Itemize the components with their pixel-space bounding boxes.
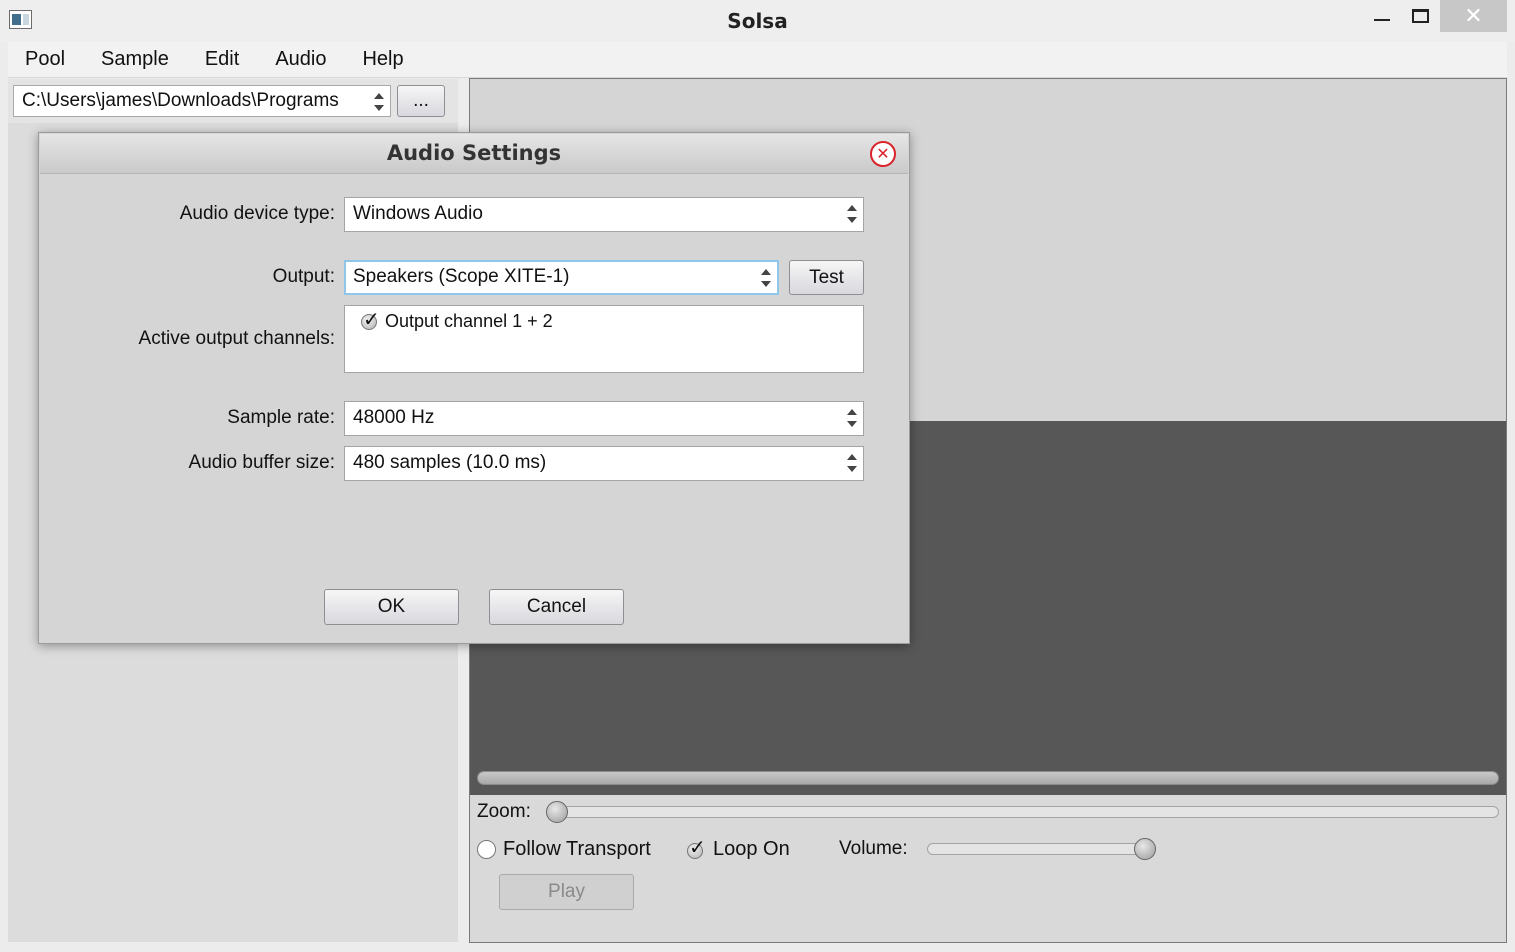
zoom-label: Zoom: xyxy=(477,801,531,822)
test-button[interactable]: Test xyxy=(789,260,864,295)
sample-rate-value: 48000 Hz xyxy=(353,407,435,428)
volume-slider[interactable] xyxy=(927,843,1155,855)
updown-arrows-icon xyxy=(374,93,384,111)
horizontal-scrollbar[interactable] xyxy=(477,771,1499,785)
window-title: Solsa xyxy=(727,9,788,33)
pool-path-select[interactable]: C:\Users\james\Downloads\Programs xyxy=(13,85,391,117)
volume-label: Volume: xyxy=(839,838,908,859)
output-value: Speakers (Scope XITE-1) xyxy=(353,266,570,287)
loop-on-label: Loop On xyxy=(713,838,790,860)
device-type-select[interactable]: Windows Audio xyxy=(344,197,864,232)
zoom-slider-knob[interactable] xyxy=(546,801,568,823)
active-channels-label: Active output channels: xyxy=(138,328,335,349)
close-icon: ✕ xyxy=(1464,3,1483,29)
browse-button[interactable]: ... xyxy=(397,85,445,117)
output-channel-checkbox[interactable]: ✓ xyxy=(360,307,380,332)
follow-transport-radio[interactable] xyxy=(477,840,496,859)
buffer-size-select[interactable]: 480 samples (10.0 ms) xyxy=(344,446,864,481)
ok-button[interactable]: OK xyxy=(324,589,459,625)
buffer-size-value: 480 samples (10.0 ms) xyxy=(353,452,547,473)
menu-pool[interactable]: Pool xyxy=(25,48,65,71)
updown-arrows-icon xyxy=(847,409,857,427)
sample-rate-label: Sample rate: xyxy=(227,407,335,428)
device-type-value: Windows Audio xyxy=(353,203,483,224)
sample-rate-select[interactable]: 48000 Hz xyxy=(344,401,864,436)
minimize-button[interactable] xyxy=(1364,0,1400,32)
device-type-label: Audio device type: xyxy=(179,203,335,224)
checkmark-icon: ✓ xyxy=(363,307,380,331)
menu-audio[interactable]: Audio xyxy=(275,48,326,71)
close-window-button[interactable]: ✕ xyxy=(1440,0,1507,32)
updown-arrows-icon xyxy=(847,205,857,223)
zoom-slider[interactable] xyxy=(547,806,1499,818)
output-channel-label: Output channel 1 + 2 xyxy=(385,311,553,331)
checkmark-icon: ✓ xyxy=(689,835,706,859)
updown-arrows-icon xyxy=(761,269,771,287)
output-select[interactable]: Speakers (Scope XITE-1) xyxy=(344,260,779,295)
menu-edit[interactable]: Edit xyxy=(205,48,239,71)
loop-on-checkbox[interactable]: ✓ xyxy=(686,835,706,859)
output-label: Output: xyxy=(272,266,335,287)
minimize-icon xyxy=(1374,19,1390,21)
maximize-icon xyxy=(1411,9,1429,23)
dialog-title: Audio Settings xyxy=(386,141,562,165)
buffer-size-label: Audio buffer size: xyxy=(188,452,335,473)
pool-path-value: C:\Users\james\Downloads\Programs xyxy=(22,90,339,111)
menu-help[interactable]: Help xyxy=(362,48,403,71)
play-button[interactable]: Play xyxy=(499,874,634,910)
maximize-button[interactable] xyxy=(1402,0,1438,32)
cancel-button[interactable]: Cancel xyxy=(489,589,624,625)
menu-bar: Pool Sample Edit Audio Help xyxy=(8,42,1507,78)
follow-transport-label: Follow Transport xyxy=(503,838,651,860)
updown-arrows-icon xyxy=(847,454,857,472)
close-circle-icon[interactable]: ✕ xyxy=(870,141,896,167)
menu-sample[interactable]: Sample xyxy=(101,48,169,71)
volume-slider-knob[interactable] xyxy=(1134,838,1156,860)
